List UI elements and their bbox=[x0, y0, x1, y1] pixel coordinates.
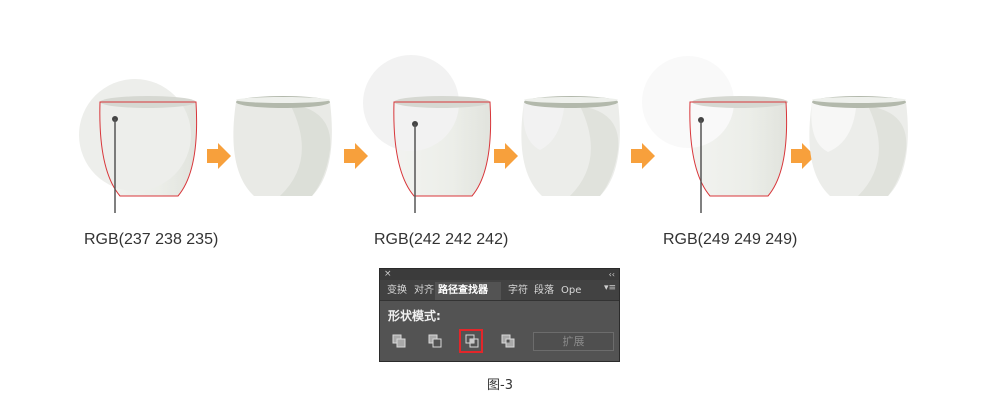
tab-transform[interactable]: 变换 bbox=[384, 282, 411, 300]
tab-pathfinder[interactable]: 路径查找器 bbox=[435, 282, 501, 300]
rgb-label-3: RGB(249 249 249) bbox=[663, 231, 798, 248]
intersect-icon bbox=[465, 334, 479, 348]
minus-front-icon bbox=[428, 334, 442, 348]
intersect-button[interactable] bbox=[459, 329, 483, 353]
shape-modes-title: 形状模式: bbox=[388, 309, 441, 323]
step-1-cup-before bbox=[79, 79, 198, 213]
tab-opentype[interactable]: Ope bbox=[558, 282, 586, 300]
step-2-group bbox=[344, 55, 620, 213]
arrow-2 bbox=[344, 143, 368, 169]
step-3-group bbox=[631, 56, 908, 213]
unite-button[interactable] bbox=[388, 331, 410, 351]
step-3-cup-after bbox=[809, 96, 908, 196]
arrow-1 bbox=[207, 143, 231, 169]
collapse-icon[interactable]: ‹‹ bbox=[609, 269, 615, 280]
exclude-button[interactable] bbox=[497, 331, 519, 351]
step-2-cup-after bbox=[521, 96, 620, 196]
tab-paragraph[interactable]: 段落 bbox=[531, 282, 556, 300]
panel-menu-icon[interactable]: ▾≡ bbox=[604, 283, 616, 293]
step-2-cup-before bbox=[363, 55, 492, 213]
arrow-4 bbox=[631, 143, 655, 169]
exclude-icon bbox=[501, 334, 515, 348]
arrow-3 bbox=[494, 143, 518, 169]
tab-character[interactable]: 字符 bbox=[505, 282, 529, 300]
illustration-scene bbox=[79, 55, 908, 213]
step-3-cup-before bbox=[642, 56, 788, 213]
close-icon[interactable]: × bbox=[384, 269, 392, 280]
panel-tabs: 变换 对齐 路径查找器 字符 段落 Ope ▾≡ bbox=[380, 280, 619, 301]
pathfinder-panel: × ‹‹ 变换 对齐 路径查找器 字符 段落 Ope ▾≡ 形状模式: 扩展 bbox=[379, 268, 620, 362]
minus-front-button[interactable] bbox=[424, 331, 446, 351]
tab-align[interactable]: 对齐 bbox=[411, 282, 434, 300]
overlay-circle-1 bbox=[79, 79, 191, 191]
step-1-cup-after bbox=[233, 96, 332, 196]
rgb-label-2: RGB(242 242 242) bbox=[374, 231, 509, 248]
unite-icon bbox=[392, 334, 406, 348]
step-1-group bbox=[79, 79, 332, 213]
panel-titlebar[interactable]: × ‹‹ bbox=[380, 269, 619, 280]
figure-caption: 图-3 bbox=[487, 378, 513, 393]
expand-button[interactable]: 扩展 bbox=[533, 332, 614, 351]
rgb-label-1: RGB(237 238 235) bbox=[84, 231, 219, 248]
